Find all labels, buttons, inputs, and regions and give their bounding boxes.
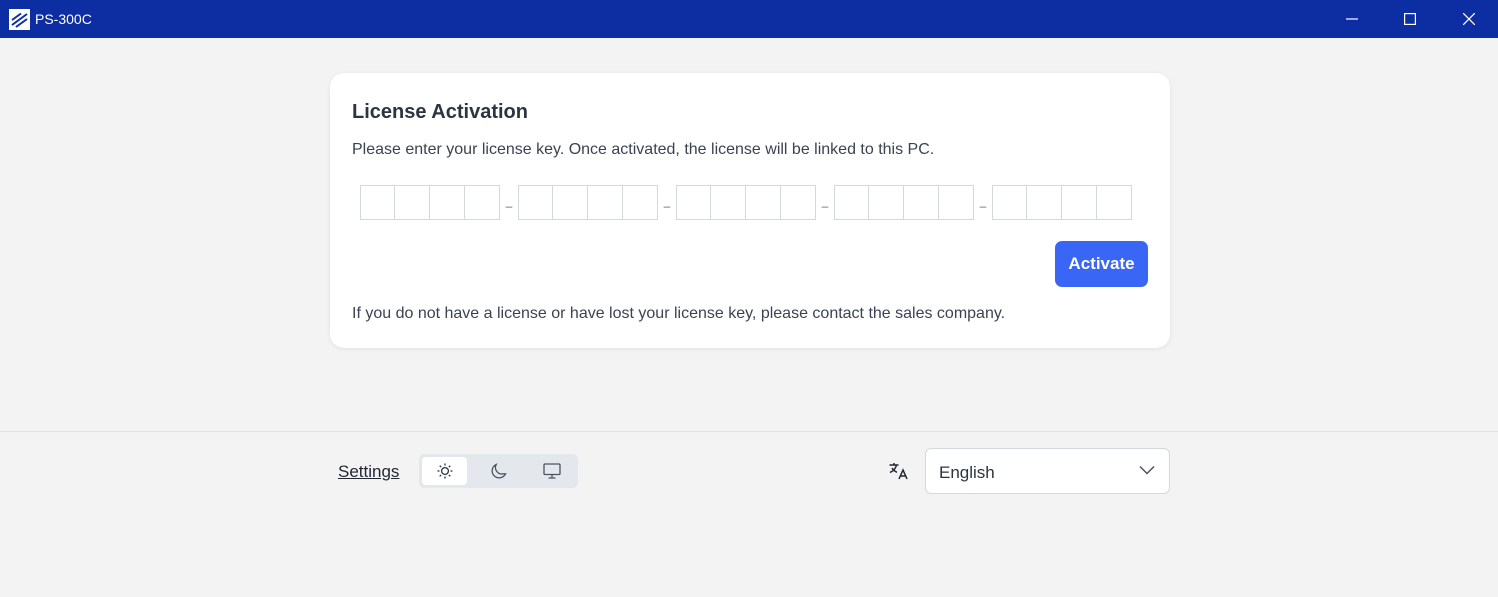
- key-group-5: [992, 185, 1132, 220]
- theme-system-button[interactable]: [529, 457, 574, 485]
- language-select[interactable]: English: [925, 448, 1170, 494]
- key-cell[interactable]: [1062, 185, 1097, 220]
- minimize-icon: [1346, 18, 1358, 20]
- key-cell[interactable]: [904, 185, 939, 220]
- key-cell[interactable]: [588, 185, 623, 220]
- activate-button[interactable]: Activate: [1055, 241, 1148, 287]
- maximize-icon: [1404, 13, 1416, 25]
- key-cell[interactable]: [869, 185, 904, 220]
- key-cell[interactable]: [834, 185, 869, 220]
- minimize-button[interactable]: [1323, 0, 1381, 38]
- sun-icon: [437, 463, 452, 479]
- license-key-input: – – – –: [360, 185, 1132, 220]
- app-logo-icon: [9, 9, 30, 30]
- key-cell[interactable]: [939, 185, 974, 220]
- key-group-1: [360, 185, 500, 220]
- close-icon: [1463, 13, 1475, 25]
- key-separator: –: [663, 198, 671, 213]
- key-group-3: [676, 185, 816, 220]
- key-cell[interactable]: [676, 185, 711, 220]
- theme-dark-button[interactable]: [476, 457, 521, 485]
- key-cell[interactable]: [395, 185, 430, 220]
- key-separator: –: [821, 198, 829, 213]
- key-cell[interactable]: [1097, 185, 1132, 220]
- key-cell[interactable]: [518, 185, 553, 220]
- key-separator: –: [505, 198, 513, 213]
- key-cell[interactable]: [465, 185, 500, 220]
- moon-icon: [491, 463, 507, 479]
- maximize-button[interactable]: [1381, 0, 1439, 38]
- key-cell[interactable]: [992, 185, 1027, 220]
- footer-divider: [0, 431, 1498, 432]
- key-cell[interactable]: [623, 185, 658, 220]
- key-cell[interactable]: [430, 185, 465, 220]
- key-group-2: [518, 185, 658, 220]
- title-bar: PS-300C: [0, 0, 1498, 38]
- chevron-down-icon: [1139, 465, 1155, 475]
- key-group-4: [834, 185, 974, 220]
- license-card: License Activation Please enter your lic…: [330, 73, 1170, 348]
- license-description: Please enter your license key. Once acti…: [352, 141, 935, 158]
- monitor-icon: [542, 463, 561, 479]
- key-cell[interactable]: [553, 185, 588, 220]
- theme-light-button[interactable]: [422, 457, 467, 485]
- license-title: License Activation: [352, 101, 528, 123]
- key-cell[interactable]: [360, 185, 395, 220]
- key-cell[interactable]: [1027, 185, 1062, 220]
- window-title: PS-300C: [35, 11, 92, 27]
- settings-link[interactable]: Settings: [338, 462, 399, 482]
- key-cell[interactable]: [746, 185, 781, 220]
- language-value: English: [939, 463, 995, 482]
- key-separator: –: [979, 198, 987, 213]
- theme-switcher: [419, 454, 578, 488]
- key-cell[interactable]: [781, 185, 816, 220]
- license-help-note: If you do not have a license or have los…: [352, 305, 1006, 322]
- close-button[interactable]: [1440, 0, 1498, 38]
- key-cell[interactable]: [711, 185, 746, 220]
- translate-icon: [889, 463, 908, 480]
